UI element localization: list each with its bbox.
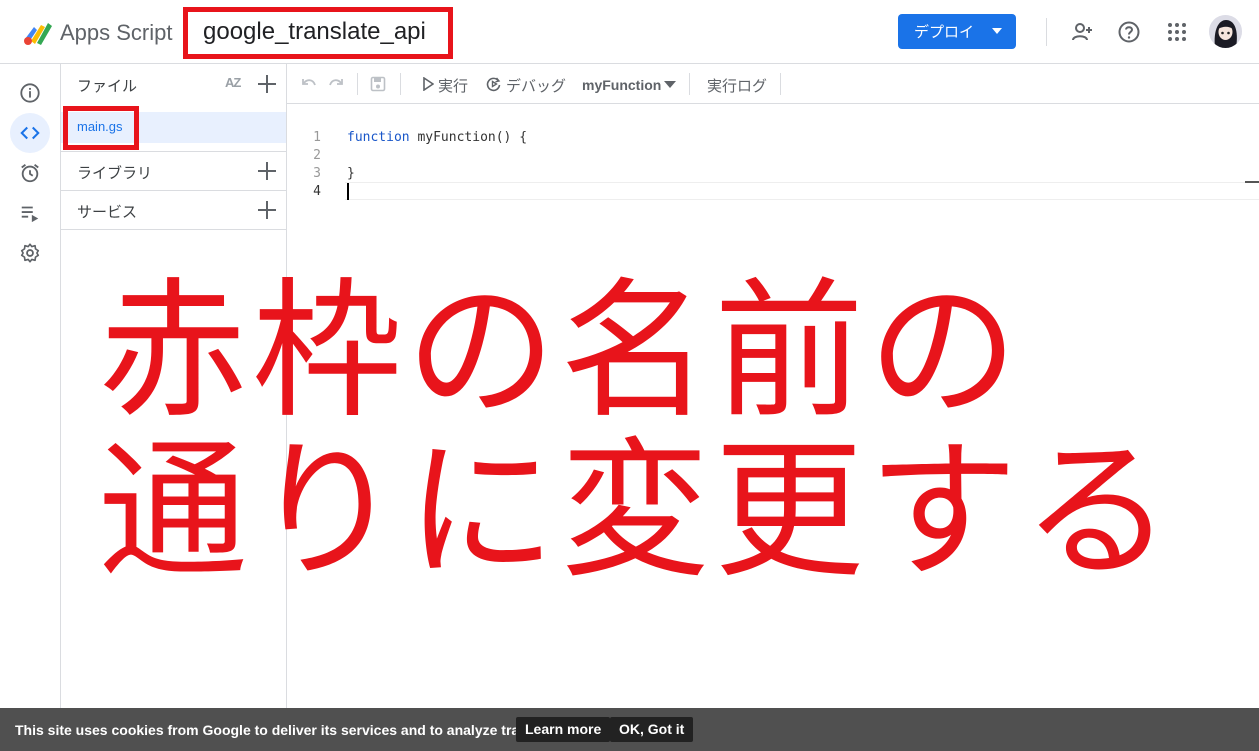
code-line: function myFunction() { xyxy=(347,130,527,145)
deploy-label: デプロイ xyxy=(914,24,975,41)
save-icon[interactable] xyxy=(369,75,387,93)
line-number: 3 xyxy=(313,166,321,181)
caret-down-icon xyxy=(664,81,676,88)
divider xyxy=(780,73,781,95)
annotation-line-2: 通りに変更する xyxy=(98,425,1177,599)
apps-grid-icon[interactable] xyxy=(1165,20,1189,44)
info-icon xyxy=(20,83,40,103)
learn-more-button[interactable]: Learn more xyxy=(516,717,611,742)
current-line-highlight xyxy=(345,182,1259,200)
files-label: ファイル xyxy=(77,78,138,95)
ok-got-it-button[interactable]: OK, Got it xyxy=(610,717,694,742)
alarm-icon xyxy=(21,164,39,183)
add-file-button[interactable] xyxy=(258,75,276,93)
add-person-icon[interactable] xyxy=(1070,20,1094,44)
rail-item-executions[interactable] xyxy=(10,193,50,233)
app-name[interactable]: Apps Script xyxy=(60,20,173,46)
chevron-down-icon xyxy=(992,28,1002,34)
code-line: } xyxy=(347,166,355,181)
divider xyxy=(400,73,401,95)
cookie-banner: This site uses cookies from Google to de… xyxy=(0,708,1259,751)
play-icon xyxy=(423,77,434,91)
files-header: ファイル AZ xyxy=(61,64,286,104)
function-select[interactable]: myFunction xyxy=(582,64,678,104)
left-rail xyxy=(0,64,61,751)
divider xyxy=(1046,18,1047,46)
top-bar: Apps Script google_translate_api デプロイ xyxy=(0,0,1259,64)
code-keyword: function xyxy=(347,130,410,145)
code-text: myFunction() { xyxy=(409,130,528,145)
libraries-row[interactable]: ライブラリ xyxy=(61,152,286,191)
sort-az-icon[interactable]: AZ xyxy=(225,75,241,90)
cookie-message: This site uses cookies from Google to de… xyxy=(15,722,545,738)
editor-toolbar: 実行 デバッグ myFunction 実行ログ xyxy=(287,64,1259,104)
settings-icon xyxy=(20,243,40,263)
overview-ruler xyxy=(1245,181,1259,183)
rail-item-triggers[interactable] xyxy=(10,153,50,193)
executions-icon xyxy=(21,206,39,223)
line-number: 4 xyxy=(313,184,321,199)
add-service-button[interactable] xyxy=(258,201,276,219)
deploy-button[interactable]: デプロイ xyxy=(898,14,1016,49)
add-library-button[interactable] xyxy=(258,162,276,180)
code-text: } xyxy=(347,166,355,181)
run-label: 実行 xyxy=(438,78,469,95)
line-number: 1 xyxy=(313,130,321,145)
apps-script-logo-icon[interactable] xyxy=(22,17,54,47)
annotation-text: 赤枠の名前の 通りに変更する xyxy=(98,272,1218,592)
project-title[interactable]: google_translate_api xyxy=(203,18,426,46)
divider xyxy=(357,73,358,95)
code-icon xyxy=(20,126,40,140)
libraries-label: ライブラリ xyxy=(77,165,153,182)
rail-item-overview[interactable] xyxy=(10,73,50,113)
debug-icon xyxy=(486,77,501,92)
rail-item-editor[interactable] xyxy=(10,113,50,153)
text-cursor xyxy=(347,183,349,200)
annotation-line-1: 赤枠の名前の xyxy=(98,265,1023,439)
rail-item-settings[interactable] xyxy=(10,233,50,273)
function-select-value: myFunction xyxy=(582,77,662,93)
debug-label: デバッグ xyxy=(506,78,567,95)
redo-icon[interactable] xyxy=(327,75,345,93)
help-icon[interactable] xyxy=(1117,20,1141,44)
undo-icon[interactable] xyxy=(300,75,318,93)
execution-log-button[interactable]: 実行ログ xyxy=(707,75,767,96)
services-row[interactable]: サービス xyxy=(61,191,286,230)
line-number: 2 xyxy=(313,148,321,163)
avatar[interactable] xyxy=(1209,15,1242,48)
services-label: サービス xyxy=(77,204,138,221)
divider xyxy=(689,73,690,95)
